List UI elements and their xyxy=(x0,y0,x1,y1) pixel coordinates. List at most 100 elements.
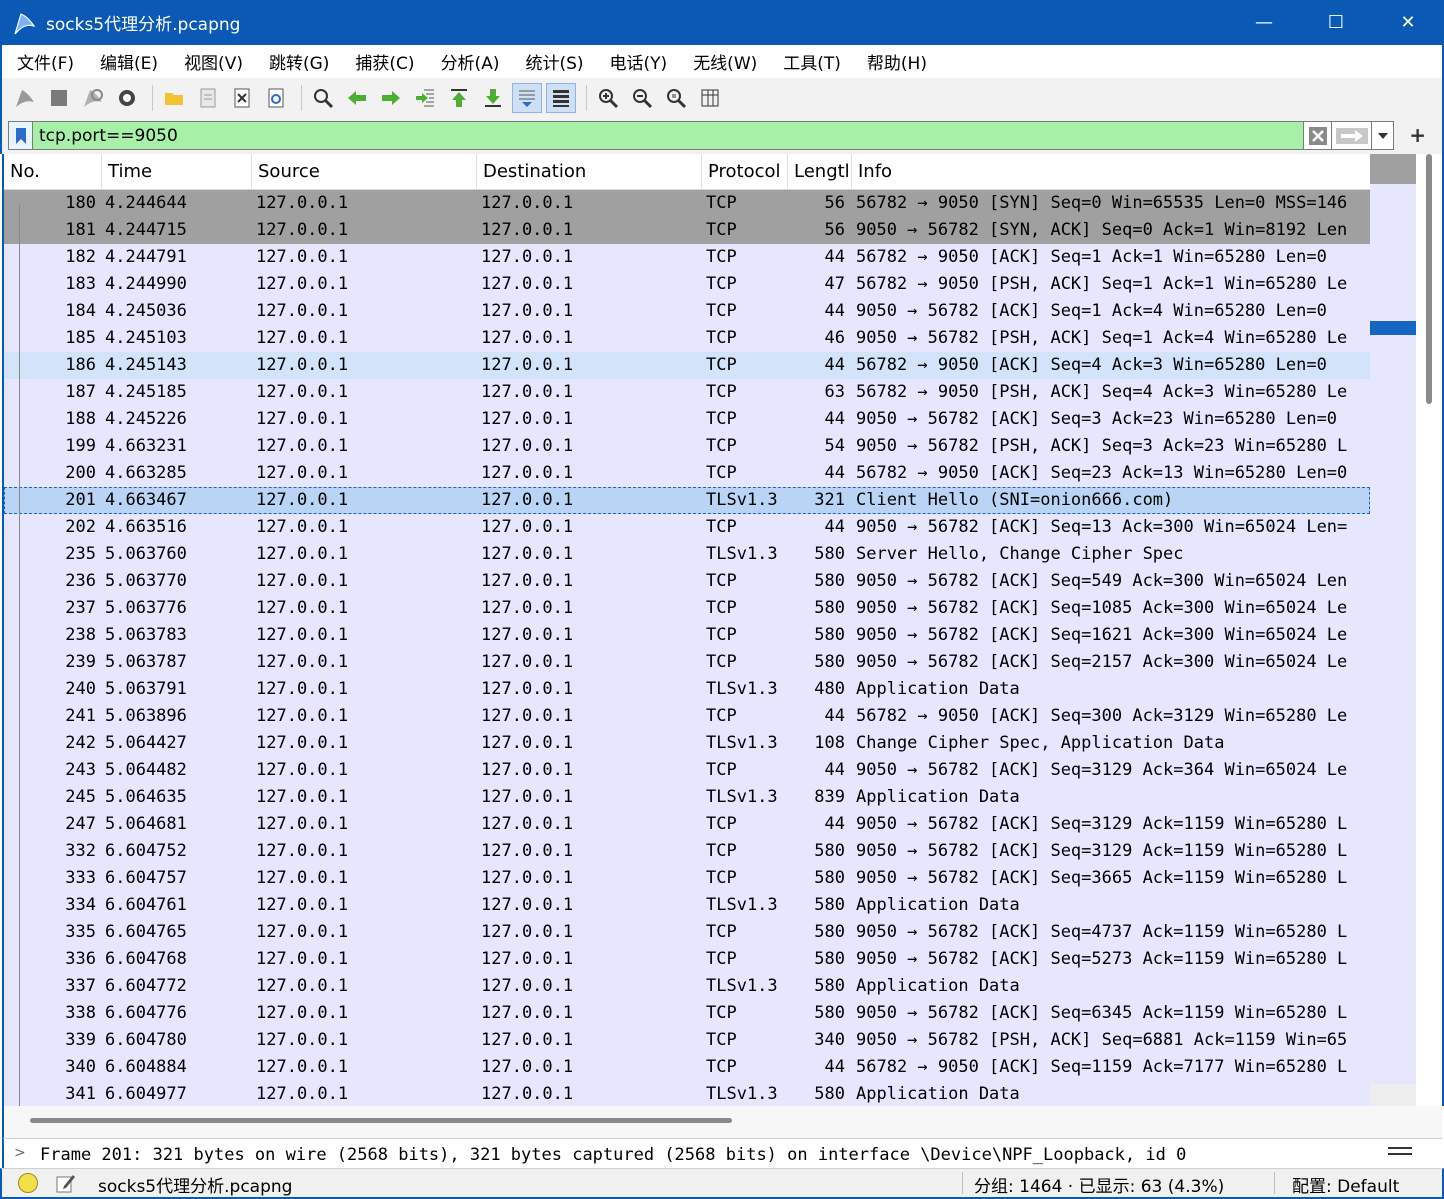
packet-row[interactable]: 242 5.064427 127.0.0.1 127.0.0.1 TLSv1.3 108 C… xyxy=(4,730,1370,757)
packet-row[interactable]: 335 6.604765 127.0.0.1 127.0.0.1 TCP 580 9050 … xyxy=(4,919,1370,946)
column-header-destination[interactable]: Destination xyxy=(477,154,702,190)
packet-row[interactable]: 245 5.064635 127.0.0.1 127.0.0.1 TLSv1.3 839 A… xyxy=(4,784,1370,811)
packet-protocol: TLSv1.3 xyxy=(706,895,778,915)
shark-fin-start-icon[interactable] xyxy=(10,83,40,113)
packet-row[interactable]: 339 6.604780 127.0.0.1 127.0.0.1 TCP 340 9050 … xyxy=(4,1027,1370,1054)
column-header-info[interactable]: Info xyxy=(852,154,1370,190)
status-profile[interactable]: 配置: Default xyxy=(1292,1172,1399,1197)
go-back-icon[interactable] xyxy=(342,83,372,113)
packet-row[interactable]: 241 5.063896 127.0.0.1 127.0.0.1 TCP 44 56782 … xyxy=(4,703,1370,730)
packet-row[interactable]: 187 4.245185 127.0.0.1 127.0.0.1 TCP 63 56782 … xyxy=(4,379,1370,406)
packet-info: 9050 → 56782 [ACK] Seq=1621 Ack=300 Win=… xyxy=(856,625,1348,645)
packet-row[interactable]: 336 6.604768 127.0.0.1 127.0.0.1 TCP 580 9050 … xyxy=(4,946,1370,973)
packet-row[interactable]: 183 4.244990 127.0.0.1 127.0.0.1 TCP 47 56782 … xyxy=(4,271,1370,298)
packet-row[interactable]: 243 5.064482 127.0.0.1 127.0.0.1 TCP 44 9050 →… xyxy=(4,757,1370,784)
packet-row[interactable]: 180 4.244644 127.0.0.1 127.0.0.1 TCP 56 56782 … xyxy=(4,190,1370,217)
menu-analyze[interactable]: 分析(A) xyxy=(432,49,509,74)
close-button[interactable]: ✕ xyxy=(1372,0,1444,45)
packet-row[interactable]: 186 4.245143 127.0.0.1 127.0.0.1 TCP 44 56782 … xyxy=(4,352,1370,379)
frame-summary-row[interactable]: Frame 201: 321 bytes on wire (2568 bits)… xyxy=(40,1145,1186,1165)
packet-row[interactable]: 238 5.063783 127.0.0.1 127.0.0.1 TCP 580 9050 … xyxy=(4,622,1370,649)
restart-capture-icon[interactable] xyxy=(78,83,108,113)
column-header-length[interactable]: Lengtl xyxy=(788,154,852,190)
autoscroll-icon[interactable] xyxy=(512,83,542,113)
column-header-protocol[interactable]: Protocol xyxy=(702,154,788,190)
go-to-packet-icon[interactable] xyxy=(410,83,440,113)
vertical-scrollbar[interactable] xyxy=(1424,154,1444,1106)
packet-row[interactable]: 188 4.245226 127.0.0.1 127.0.0.1 TCP 44 9050 →… xyxy=(4,406,1370,433)
zoom-in-icon[interactable] xyxy=(593,83,623,113)
capture-options-icon[interactable] xyxy=(112,83,142,113)
menu-telephony[interactable]: 电话(Y) xyxy=(601,49,677,74)
packet-row[interactable]: 201 4.663467 127.0.0.1 127.0.0.1 TLSv1.3 321 C… xyxy=(4,487,1370,514)
menu-file[interactable]: 文件(F) xyxy=(8,49,83,74)
column-header-time[interactable]: Time xyxy=(102,154,252,190)
packet-row[interactable]: 334 6.604761 127.0.0.1 127.0.0.1 TLSv1.3 580 A… xyxy=(4,892,1370,919)
minimize-button[interactable]: — xyxy=(1228,0,1300,45)
packet-row[interactable]: 341 6.604977 127.0.0.1 127.0.0.1 TLSv1.3 580 A… xyxy=(4,1081,1370,1106)
packet-time: 5.063783 xyxy=(105,625,187,645)
packet-row[interactable]: 184 4.245036 127.0.0.1 127.0.0.1 TCP 44 9050 →… xyxy=(4,298,1370,325)
apply-filter-icon[interactable] xyxy=(1331,122,1371,149)
filter-history-dropdown-icon[interactable] xyxy=(1371,122,1393,149)
packet-row[interactable]: 332 6.604752 127.0.0.1 127.0.0.1 TCP 580 9050 … xyxy=(4,838,1370,865)
packet-row[interactable]: 247 5.064681 127.0.0.1 127.0.0.1 TCP 44 9050 →… xyxy=(4,811,1370,838)
column-header-no[interactable]: No. xyxy=(4,154,102,190)
packet-row[interactable]: 182 4.244791 127.0.0.1 127.0.0.1 TCP 44 56782 … xyxy=(4,244,1370,271)
menu-go[interactable]: 跳转(G) xyxy=(260,49,338,74)
vertical-scrollbar-thumb[interactable] xyxy=(1426,154,1432,404)
colorize-icon[interactable] xyxy=(546,83,576,113)
packet-info: 56782 → 9050 [ACK] Seq=4 Ack=3 Win=65280… xyxy=(856,355,1327,375)
menu-capture[interactable]: 捕获(C) xyxy=(346,49,423,74)
find-packet-icon[interactable] xyxy=(308,83,338,113)
maximize-button[interactable]: ☐ xyxy=(1300,0,1372,45)
packet-row[interactable]: 199 4.663231 127.0.0.1 127.0.0.1 TCP 54 9050 →… xyxy=(4,433,1370,460)
display-filter-input[interactable] xyxy=(33,122,1303,149)
go-last-icon[interactable] xyxy=(478,83,508,113)
filter-bookmark-icon[interactable] xyxy=(9,122,33,149)
packet-row[interactable]: 338 6.604776 127.0.0.1 127.0.0.1 TCP 580 9050 … xyxy=(4,1000,1370,1027)
packet-row[interactable]: 235 5.063760 127.0.0.1 127.0.0.1 TLSv1.3 580 S… xyxy=(4,541,1370,568)
horizontal-scrollbar-thumb[interactable] xyxy=(30,1118,732,1123)
column-header-source[interactable]: Source xyxy=(252,154,477,190)
menu-view[interactable]: 视图(V) xyxy=(175,49,252,74)
packet-row[interactable]: 202 4.663516 127.0.0.1 127.0.0.1 TCP 44 9050 →… xyxy=(4,514,1370,541)
packet-row[interactable]: 333 6.604757 127.0.0.1 127.0.0.1 TCP 580 9050 … xyxy=(4,865,1370,892)
zoom-reset-icon[interactable] xyxy=(661,83,691,113)
menu-statistics[interactable]: 统计(S) xyxy=(516,49,592,74)
packet-row[interactable]: 185 4.245103 127.0.0.1 127.0.0.1 TCP 46 9050 →… xyxy=(4,325,1370,352)
expand-chevron-icon[interactable]: > xyxy=(14,1145,26,1161)
packet-minimap-scrollbar[interactable] xyxy=(1370,154,1416,1106)
horizontal-scrollbar[interactable] xyxy=(2,1106,1442,1138)
packet-row[interactable]: 237 5.063776 127.0.0.1 127.0.0.1 TCP 580 9050 … xyxy=(4,595,1370,622)
packet-length: 580 xyxy=(814,1084,845,1104)
packet-length: 44 xyxy=(824,409,845,429)
packet-row[interactable]: 200 4.663285 127.0.0.1 127.0.0.1 TCP 44 56782 … xyxy=(4,460,1370,487)
pane-splitter-grip-icon[interactable] xyxy=(1388,1147,1412,1155)
stop-capture-icon[interactable] xyxy=(44,83,74,113)
reload-file-icon[interactable] xyxy=(261,83,291,113)
capture-comment-icon[interactable] xyxy=(54,1172,76,1194)
go-first-icon[interactable] xyxy=(444,83,474,113)
zoom-out-icon[interactable] xyxy=(627,83,657,113)
save-file-icon[interactable] xyxy=(193,83,223,113)
clear-filter-icon[interactable] xyxy=(1303,122,1331,149)
menu-wireless[interactable]: 无线(W) xyxy=(684,49,766,74)
menu-edit[interactable]: 编辑(E) xyxy=(91,49,167,74)
open-file-icon[interactable] xyxy=(159,83,189,113)
packet-row[interactable]: 337 6.604772 127.0.0.1 127.0.0.1 TLSv1.3 580 A… xyxy=(4,973,1370,1000)
packet-row[interactable]: 236 5.063770 127.0.0.1 127.0.0.1 TCP 580 9050 … xyxy=(4,568,1370,595)
close-file-icon[interactable] xyxy=(227,83,257,113)
menu-tools[interactable]: 工具(T) xyxy=(774,49,850,74)
add-filter-button-icon[interactable]: + xyxy=(1409,123,1426,147)
packet-row[interactable]: 181 4.244715 127.0.0.1 127.0.0.1 TCP 56 9050 →… xyxy=(4,217,1370,244)
packet-row[interactable]: 240 5.063791 127.0.0.1 127.0.0.1 TLSv1.3 480 A… xyxy=(4,676,1370,703)
go-forward-icon[interactable] xyxy=(376,83,406,113)
packet-length: 44 xyxy=(824,247,845,267)
packet-row[interactable]: 239 5.063787 127.0.0.1 127.0.0.1 TCP 580 9050 … xyxy=(4,649,1370,676)
packet-time: 4.244644 xyxy=(105,193,187,213)
packet-row[interactable]: 340 6.604884 127.0.0.1 127.0.0.1 TCP 44 56782 … xyxy=(4,1054,1370,1081)
resize-columns-icon[interactable] xyxy=(695,83,725,113)
expert-info-led-icon[interactable] xyxy=(18,1173,38,1193)
menu-help[interactable]: 帮助(H) xyxy=(858,49,936,74)
